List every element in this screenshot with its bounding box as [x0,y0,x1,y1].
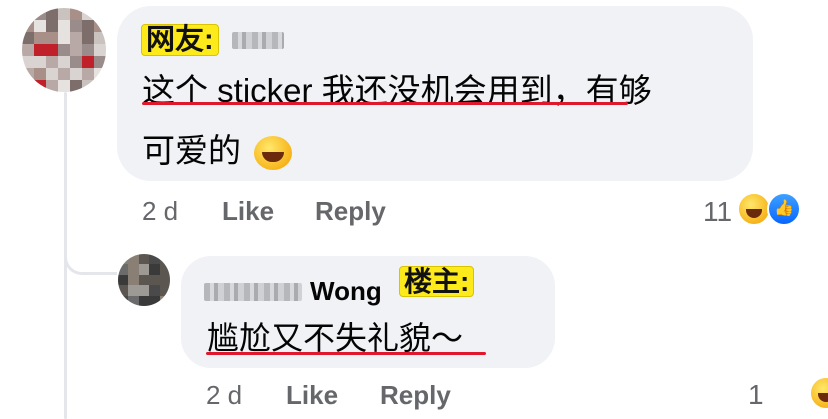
avatar-pixel [34,32,46,44]
avatar-pixel [82,32,94,44]
avatar-pixel [58,32,70,44]
avatar-pixel [46,32,58,44]
reply-author-label-badge: 楼主: [399,266,475,298]
avatar-pixel [46,56,58,68]
grinning-squinting-emoji-icon [254,136,293,171]
avatar-pixel [70,80,82,92]
avatar-pixel [149,285,160,296]
comment-like-button[interactable]: Like [222,196,274,227]
avatar-pixel [22,80,34,92]
avatar-pixel [138,295,150,306]
avatar-pixel [118,274,129,286]
avatar-pixel [128,285,139,296]
avatar-pixel [70,68,82,80]
avatar-pixel [58,68,70,80]
comment-text-line-2: 可爱的 [142,124,293,172]
avatar-pixel [94,44,106,56]
avatar-pixel [58,20,70,32]
reply-author-name[interactable]: Wong [310,276,382,307]
avatar-pixel [22,8,34,20]
avatar-pixel [70,8,82,20]
avatar-pixel [128,264,139,275]
avatar-pixel [159,295,170,306]
avatar-pixel [138,264,150,275]
avatar-pixel [159,274,170,286]
reply-reply-button[interactable]: Reply [380,380,451,411]
avatar-pixel [94,20,106,32]
reply-author-name-blurred[interactable] [204,283,302,301]
avatar-pixel [118,285,129,296]
avatar-pixel [82,8,94,20]
avatar-pixel [149,264,160,275]
avatar-pixel [70,56,82,68]
avatar-pixel [159,285,170,296]
comment-text-line-2-text: 可爱的 [142,132,241,169]
avatar-pixel [138,285,150,296]
avatar-pixel [58,8,70,20]
reply-like-button[interactable]: Like [286,380,338,411]
avatar-pixel [128,254,139,265]
avatar-pixel [34,80,46,92]
avatar-pixel [94,56,106,68]
avatar-pixel [34,56,46,68]
avatar-pixel [149,274,160,286]
haha-reaction-icon[interactable] [809,376,828,410]
haha-reaction-icon[interactable] [737,192,771,226]
avatar-pixel [22,44,34,56]
thread-connector-curve [64,240,117,275]
avatar-pixel [128,295,139,306]
avatar-pixel [94,80,106,92]
avatar-pixel [118,295,129,306]
avatar-pixel [34,20,46,32]
avatar-pixel [94,68,106,80]
avatar-pixel [159,264,170,275]
comment-highlight-underline [142,102,628,105]
avatar-pixel [34,44,46,56]
like-reaction-icon[interactable]: 👍 [767,192,801,226]
avatar-pixel [58,56,70,68]
avatar-pixel [82,80,94,92]
avatar-pixel [138,254,150,265]
avatar-pixel [94,32,106,44]
thread-connector-line-lower [64,270,67,419]
avatar-pixel [118,264,129,275]
comment-reaction-count[interactable]: 11 [703,196,732,228]
avatar-pixel [82,44,94,56]
comment-reply-button[interactable]: Reply [315,196,386,227]
avatar-pixel [58,80,70,92]
avatar-pixel [46,44,58,56]
avatar-pixel [149,254,160,265]
avatar-pixel [82,68,94,80]
avatar-pixel [46,20,58,32]
comment-timestamp[interactable]: 2 d [142,196,178,227]
reply-author-avatar[interactable] [118,254,170,306]
avatar-pixel [58,44,70,56]
avatar-pixel [46,8,58,20]
avatar-pixel [22,20,34,32]
commenter-label-badge: 网友: [141,24,219,57]
avatar-pixel [70,20,82,32]
avatar-pixel [118,254,129,265]
avatar-pixel [34,68,46,80]
avatar-pixel [34,8,46,20]
avatar-pixel [22,68,34,80]
avatar-pixel [82,56,94,68]
commenter-avatar[interactable] [22,8,106,92]
avatar-pixel [159,254,170,265]
avatar-pixel [22,56,34,68]
avatar-pixel [82,20,94,32]
avatar-pixel [94,8,106,20]
avatar-pixel [149,295,160,306]
reply-highlight-underline [206,352,486,355]
commenter-name-blurred[interactable] [232,32,284,49]
avatar-pixel [70,32,82,44]
avatar-pixel [46,68,58,80]
avatar-pixel [138,274,150,286]
avatar-pixel [128,274,139,286]
reply-timestamp[interactable]: 2 d [206,380,242,411]
reply-reaction-count[interactable]: 1 [748,379,764,411]
avatar-pixel [46,80,58,92]
avatar-pixel [70,44,82,56]
avatar-pixel [22,32,34,44]
